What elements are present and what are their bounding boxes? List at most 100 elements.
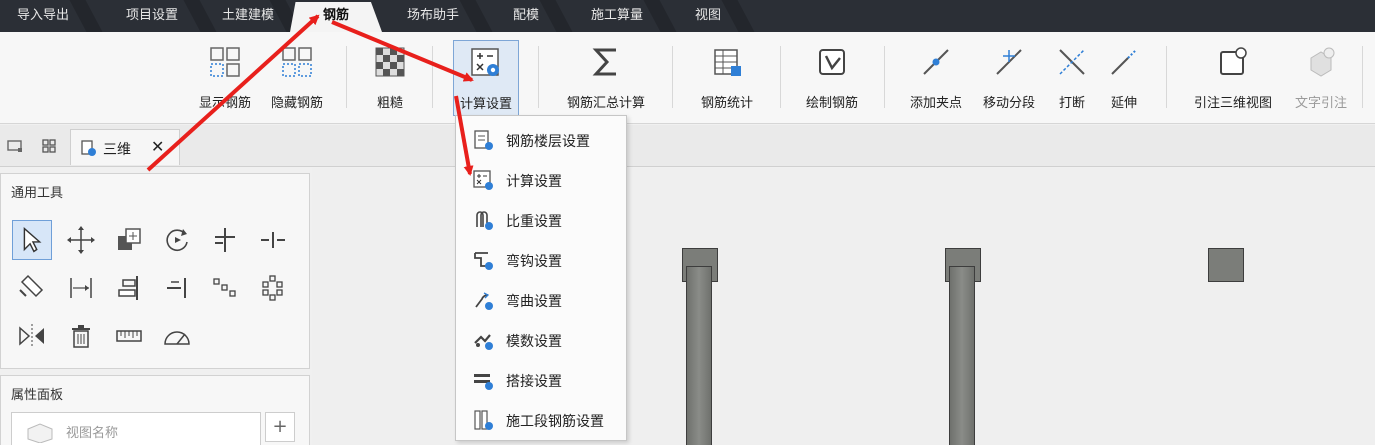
view-name-select[interactable]: 视图名称 [11,412,261,445]
menu-item-label: 弯曲设置 [506,294,562,310]
text-annotate-button[interactable]: 文字引注 [1286,40,1356,116]
menu-item-floor-settings[interactable]: 钢筋楼层设置 [456,119,626,159]
close-icon[interactable]: ✕ [151,137,164,156]
break-button[interactable]: 打断 [1048,40,1096,116]
extend-to-icon [167,278,186,298]
trim-tool[interactable] [205,220,245,260]
copy-icon [118,228,141,250]
floor-settings-icon [474,130,493,150]
annotate-3d-label: 引注三维视图 [1193,96,1272,111]
text-annotate-icon [1310,47,1335,77]
ribbon-divider [1362,46,1363,108]
add-point-button[interactable]: 添加夹点 [902,40,970,116]
general-tools-panel: 通用工具 [0,173,310,369]
dimension-icon [70,278,92,298]
rough-label: 粗糙 [376,96,403,111]
menu-item-calc-settings[interactable]: 计算设置 [456,159,626,199]
grid-view-icon[interactable] [40,137,58,155]
hide-rebar-label: 隐藏钢筋 [270,96,323,111]
align-tool[interactable] [109,268,149,308]
add-view-button[interactable]: + [265,412,295,442]
annotate-3d-button[interactable]: 引注三维视图 [1184,40,1282,116]
show-rebar-label: 显示钢筋 [198,96,251,111]
move-tool[interactable] [61,220,101,260]
column-shaft [949,266,975,445]
annotate-3d-icon [1220,47,1247,75]
rebar-stats-button[interactable]: 钢筋统计 [692,40,762,116]
extend-to-tool[interactable] [157,268,197,308]
menu-item-weight-settings[interactable]: 比重设置 [456,199,626,239]
move-arrows-icon [67,226,95,254]
sigma-icon [592,48,616,76]
tab-import-export[interactable]: 导入导出 [0,0,86,32]
ribbon-divider [538,46,539,108]
ribbon-divider [432,46,433,108]
hide-rebar-button[interactable]: 隐藏钢筋 [264,40,330,116]
menu-item-label: 弯钩设置 [506,254,562,270]
mirror-tool[interactable] [12,316,52,356]
calc-settings-button[interactable]: 计算设置 [453,40,519,116]
copy-tool[interactable] [109,220,149,260]
tab-project-settings[interactable]: 项目设置 [104,0,200,32]
checkerboard-icon [375,47,405,77]
ribbon-divider [672,46,673,108]
modulus-settings-icon [474,334,493,350]
bend-settings-icon [475,292,493,310]
move-segment-button[interactable]: 移动分段 [974,40,1044,116]
tab-3d-view[interactable]: 三维 ✕ [70,129,180,165]
weight-settings-icon [476,211,493,230]
tab-site-layout[interactable]: 场布助手 [390,0,476,32]
menu-item-segment-rebar-settings[interactable]: 施工段钢筋设置 [456,399,626,439]
menu-item-bend-settings[interactable]: 弯曲设置 [456,279,626,319]
draw-rebar-button[interactable]: 绘制钢筋 [798,40,866,116]
tab-civil-modeling[interactable]: 土建建模 [210,0,286,32]
extend-button[interactable]: 延伸 [1100,40,1148,116]
menu-item-label: 施工段钢筋设置 [506,414,604,430]
array-tool[interactable] [205,268,245,308]
text-annotate-label: 文字引注 [1294,96,1347,111]
cursor-icon [23,227,42,253]
trash-icon [72,325,90,348]
menu-item-label: 钢筋楼层设置 [506,134,590,150]
rebar-summary-button[interactable]: 钢筋汇总计算 [558,40,654,116]
tab-construction-quantity[interactable]: 施工算量 [574,0,660,32]
move-segment-label: 移动分段 [982,96,1035,111]
protractor-tool[interactable] [157,316,197,356]
split-tool[interactable] [253,220,293,260]
tab-view[interactable]: 视图 [678,0,738,32]
cube-icon [27,423,53,443]
3d-view-icon [81,140,96,156]
view-name-placeholder: 视图名称 [66,426,119,441]
draw-rebar-label: 绘制钢筋 [805,96,858,111]
window-icon[interactable] [6,137,24,155]
tab-formwork[interactable]: 配模 [496,0,556,32]
offset-tool[interactable] [12,268,52,308]
delete-tool[interactable] [61,316,101,356]
trim-icon [215,228,235,252]
menu-item-lap-settings[interactable]: 搭接设置 [456,359,626,399]
table-icon [714,49,741,76]
break-label: 打断 [1058,96,1085,111]
measure-distance-tool[interactable] [61,268,101,308]
ring-array-tool[interactable] [253,268,293,308]
rough-button[interactable]: 粗糙 [364,40,416,116]
offset-icon [19,274,44,298]
select-tool[interactable] [12,220,52,260]
mirror-icon [19,324,44,348]
ribbon-divider [1166,46,1167,108]
rotate-icon [166,229,188,251]
show-rebar-icon [210,47,240,77]
ruler-tool[interactable] [109,316,149,356]
calc-settings-dropdown: 钢筋楼层设置 计算设置 比重设置 弯钩设置 弯曲设置 模数设置 搭接设置 施工段… [455,115,627,441]
rotate-tool[interactable] [157,220,197,260]
calc-settings-label: 计算设置 [459,97,512,112]
show-rebar-button[interactable]: 显示钢筋 [192,40,258,116]
menu-item-modulus-settings[interactable]: 模数设置 [456,319,626,359]
draw-rebar-icon [819,49,845,75]
calculator-gear-icon [473,170,493,190]
lap-settings-icon [474,374,493,390]
split-icon [261,232,285,248]
menu-item-hook-settings[interactable]: 弯钩设置 [456,239,626,279]
tab-rebar[interactable]: 钢筋 [290,2,382,32]
ribbon-divider [346,46,347,108]
